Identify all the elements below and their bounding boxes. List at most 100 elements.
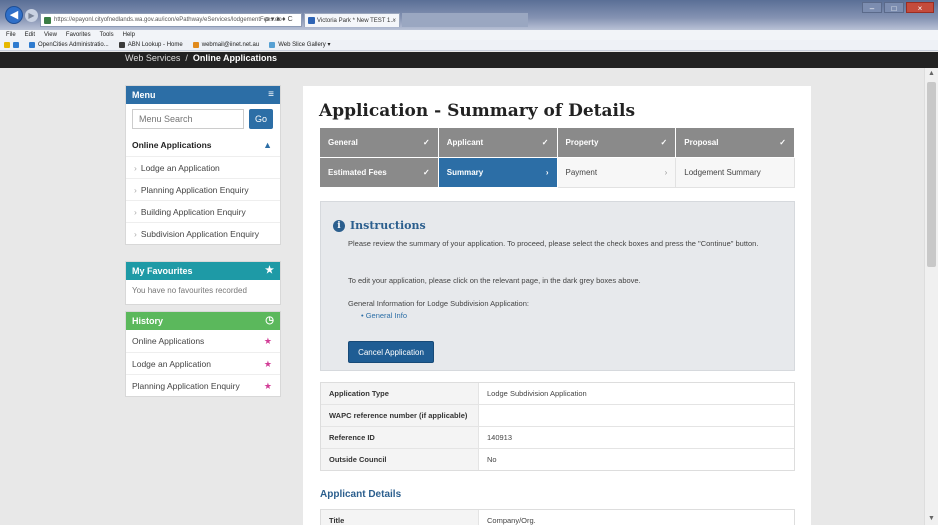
favorites-star-icon[interactable] bbox=[4, 40, 19, 50]
checkmark-icon: ✓ bbox=[541, 138, 549, 147]
history-item-online-applications[interactable]: Online Applications ★ bbox=[126, 330, 280, 352]
history-item-lodge-application[interactable]: Lodge an Application ★ bbox=[126, 352, 280, 374]
back-arrow-icon[interactable]: ◀ bbox=[5, 6, 23, 24]
favorite-link[interactable]: ABN Lookup - Home bbox=[118, 40, 183, 50]
cancel-application-button[interactable]: Cancel Application bbox=[348, 341, 434, 363]
minimize-button[interactable]: – bbox=[862, 2, 882, 13]
breadcrumb-separator: / bbox=[185, 53, 188, 63]
main-content: Application - Summary of Details General… bbox=[303, 86, 811, 525]
checkmark-icon: ✓ bbox=[660, 138, 668, 147]
scroll-down-icon[interactable]: ▼ bbox=[925, 513, 938, 525]
detail-label: WAPC reference number (if applicable) bbox=[321, 405, 479, 426]
table-row: Reference ID 140913 bbox=[321, 426, 794, 448]
scroll-thumb[interactable] bbox=[927, 82, 936, 267]
history-item-planning-enquiry[interactable]: Planning Application Enquiry ★ bbox=[126, 374, 280, 396]
menu-favorites[interactable]: Favorites bbox=[66, 30, 91, 40]
info-icon: i bbox=[333, 219, 345, 232]
browser-tab-new[interactable] bbox=[402, 13, 528, 27]
sidebar-section-label: Online Applications bbox=[132, 140, 212, 150]
menu-tools[interactable]: Tools bbox=[100, 30, 114, 40]
step-lodgement-summary: Lodgement Summary bbox=[676, 158, 795, 188]
star-icon: ★ bbox=[265, 265, 274, 276]
detail-value bbox=[479, 405, 794, 426]
menu-panel-title: Menu bbox=[132, 90, 156, 100]
sidebar-section-online-applications[interactable]: Online Applications ▲ bbox=[126, 134, 280, 156]
favorite-icon bbox=[29, 42, 35, 48]
chevron-right-icon: › bbox=[664, 168, 668, 177]
hamburger-icon[interactable]: ≡ bbox=[268, 86, 274, 104]
address-text: https://epayonl.cityofnedlands.wa.gov.au… bbox=[54, 17, 282, 23]
sidebar-item-subdivision-enquiry[interactable]: › Subdivision Application Enquiry bbox=[126, 222, 280, 244]
instructions-paragraph: To edit your application, please click o… bbox=[348, 276, 641, 285]
step-property[interactable]: Property ✓ bbox=[557, 128, 677, 158]
favourites-panel: My Favourites ★ You have no favourites r… bbox=[125, 261, 281, 305]
browser-menubar: File Edit View Favorites Tools Help bbox=[0, 30, 938, 40]
favourite-star-icon[interactable]: ★ bbox=[264, 353, 272, 375]
detail-value: No bbox=[487, 455, 497, 464]
bullet-icon: › bbox=[134, 163, 137, 173]
breadcrumb-online-applications[interactable]: Online Applications bbox=[193, 53, 277, 63]
maximize-button[interactable]: □ bbox=[884, 2, 904, 13]
step-general[interactable]: General ✓ bbox=[320, 128, 439, 158]
favourite-star-icon[interactable]: ★ bbox=[264, 330, 272, 352]
clock-icon: ◷ bbox=[265, 315, 274, 326]
step-applicant[interactable]: Applicant ✓ bbox=[438, 128, 558, 158]
folder-icon: ▲ bbox=[263, 140, 272, 150]
instructions-paragraph: General Information for Lodge Subdivisio… bbox=[348, 299, 529, 308]
step-estimated-fees[interactable]: Estimated Fees ✓ bbox=[320, 158, 439, 188]
checkmark-icon: ✓ bbox=[779, 138, 786, 147]
menu-edit[interactable]: Edit bbox=[25, 30, 35, 40]
menu-file[interactable]: File bbox=[6, 30, 16, 40]
tab-close-icon[interactable]: × bbox=[392, 14, 396, 27]
checkmark-icon: ✓ bbox=[423, 138, 430, 147]
address-controls[interactable]: ρ ▾ ♠ ♦ C bbox=[265, 13, 293, 27]
address-bar[interactable]: https://epayonl.cityofnedlands.wa.gov.au… bbox=[40, 13, 302, 27]
step-summary[interactable]: Summary › bbox=[438, 158, 558, 188]
forward-arrow-icon[interactable]: ▶ bbox=[25, 9, 38, 22]
menu-view[interactable]: View bbox=[44, 30, 57, 40]
scroll-up-icon[interactable]: ▲ bbox=[925, 68, 938, 80]
breadcrumb-web-services[interactable]: Web Services bbox=[125, 53, 180, 63]
instructions-title: Instructions bbox=[350, 219, 426, 232]
sidebar-item-building-enquiry[interactable]: › Building Application Enquiry bbox=[126, 200, 280, 222]
favorite-link[interactable]: OpenCities Administratio... bbox=[29, 40, 109, 50]
table-row: WAPC reference number (if applicable) bbox=[321, 404, 794, 426]
page-scrollbar[interactable]: ▲ ▼ bbox=[924, 68, 938, 525]
detail-label: Application Type bbox=[321, 383, 479, 404]
tab-favicon bbox=[308, 17, 315, 24]
page-title: Application - Summary of Details bbox=[319, 101, 636, 121]
favorite-icon bbox=[118, 42, 125, 48]
menu-help[interactable]: Help bbox=[123, 30, 135, 40]
instructions-heading: i Instructions bbox=[333, 219, 426, 232]
applicant-details-table: Title Company/Org. bbox=[320, 509, 795, 525]
sidebar-item-lodge-application[interactable]: › Lodge an Application bbox=[126, 156, 280, 178]
general-info-link[interactable]: • General Info bbox=[361, 311, 407, 320]
favorite-link[interactable]: Web Slice Gallery ▾ bbox=[269, 40, 330, 50]
window-controls: – □ × bbox=[862, 2, 934, 13]
close-window-button[interactable]: × bbox=[906, 2, 934, 13]
instructions-box: i Instructions Please review the summary… bbox=[320, 201, 795, 371]
menu-panel-header: Menu ≡ bbox=[126, 86, 280, 104]
step-proposal[interactable]: Proposal ✓ bbox=[676, 128, 795, 158]
browser-tab-active[interactable]: Victoria Park * New TEST 1... × bbox=[304, 13, 400, 27]
favourite-star-icon[interactable]: ★ bbox=[264, 375, 272, 397]
wizard-steps: General ✓ Applicant ✓ Property ✓ Proposal ✓ … bbox=[320, 128, 795, 188]
bullet-icon: › bbox=[134, 185, 137, 195]
sidebar-item-planning-enquiry[interactable]: › Planning Application Enquiry bbox=[126, 178, 280, 200]
favorites-bar: OpenCities Administratio... ABN Lookup -… bbox=[0, 40, 938, 51]
favorite-link[interactable]: webmail@iinet.net.au bbox=[192, 40, 259, 50]
tab-title: Victoria Park * New TEST 1... bbox=[317, 18, 396, 24]
menu-search-input[interactable] bbox=[132, 109, 244, 129]
table-row: Outside Council No bbox=[321, 448, 794, 470]
chevron-right-icon: › bbox=[545, 168, 549, 177]
menu-search-go-button[interactable]: Go bbox=[249, 109, 273, 129]
history-panel-title: History bbox=[132, 316, 164, 326]
detail-label: Reference ID bbox=[321, 427, 479, 448]
favourites-empty-text: You have no favourites recorded bbox=[132, 286, 247, 295]
favorite-icon bbox=[269, 42, 276, 48]
detail-value: 140913 bbox=[487, 433, 513, 442]
favourites-panel-title: My Favourites bbox=[132, 266, 193, 276]
detail-value: Company/Org. bbox=[487, 516, 536, 525]
detail-label: Outside Council bbox=[321, 449, 479, 470]
history-panel-header: History ◷ bbox=[126, 312, 280, 330]
